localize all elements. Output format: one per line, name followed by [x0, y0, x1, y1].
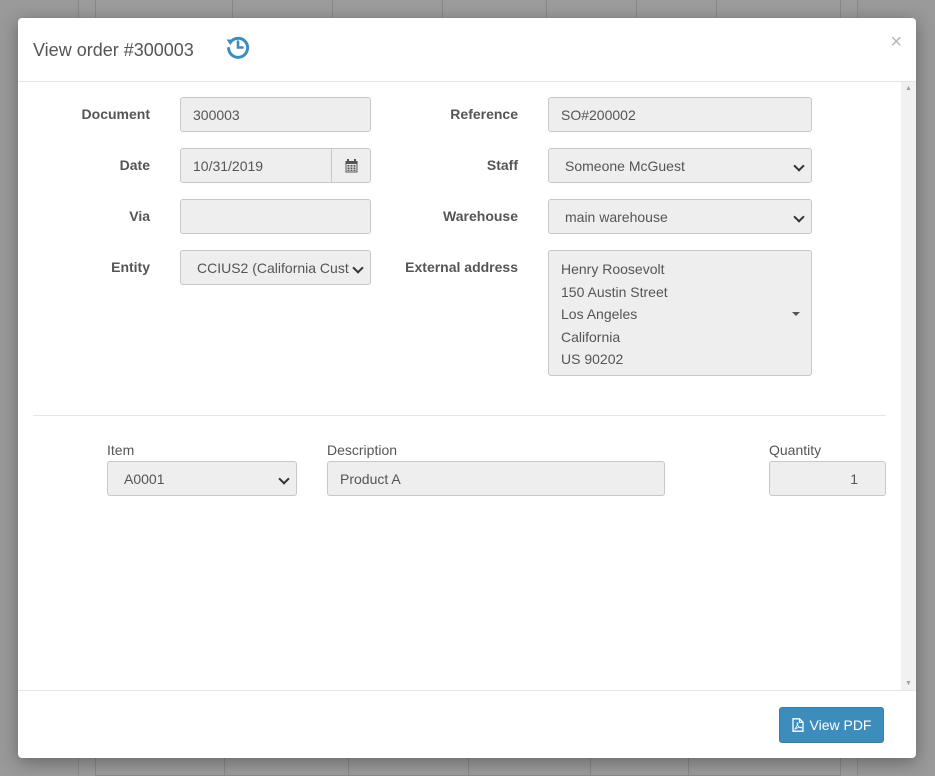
calendar-icon	[345, 158, 357, 172]
view-order-modal: View order #300003 × Document 300003 Ref…	[18, 18, 916, 758]
quantity-column-header: Quantity	[769, 442, 822, 458]
item-select[interactable]: A0001	[107, 461, 297, 496]
reference-value: SO#200002	[561, 106, 636, 123]
description-field[interactable]: Product A	[327, 461, 665, 496]
staff-value: Someone McGuest	[565, 157, 685, 174]
entity-value: CCIUS2 (California Cust	[197, 259, 349, 276]
via-field[interactable]	[180, 199, 371, 234]
date-field[interactable]: 10/31/2019	[180, 148, 332, 183]
date-label: Date	[119, 157, 150, 173]
view-pdf-label: View PDF	[809, 717, 872, 733]
address-line: 150 Austin Street	[561, 283, 668, 300]
external-address-label: External address	[405, 259, 518, 275]
address-line: US 90202	[561, 351, 624, 367]
staff-select[interactable]: Someone McGuest	[548, 148, 812, 183]
entity-label: Entity	[111, 259, 150, 275]
description-column-header: Description	[327, 442, 398, 458]
warehouse-value: main warehouse	[565, 208, 668, 225]
reference-label: Reference	[450, 106, 518, 122]
address-line: California	[561, 328, 621, 345]
staff-label: Staff	[486, 157, 518, 173]
document-label: Document	[81, 106, 150, 122]
date-value: 10/31/2019	[193, 157, 264, 174]
item-value: A0001	[124, 470, 165, 487]
warehouse-label: Warehouse	[443, 208, 518, 224]
modal-title: View order #300003	[33, 40, 194, 60]
entity-select[interactable]: CCIUS2 (California Cust	[180, 250, 371, 285]
modal-body: Document 300003 Reference SO#200002 Date…	[18, 82, 916, 691]
close-icon[interactable]: ×	[890, 32, 902, 52]
quantity-field[interactable]: 1	[769, 461, 886, 496]
modal-scrollbar[interactable]: ▲ ▼	[901, 82, 916, 691]
background-table-footer	[95, 756, 841, 776]
view-pdf-button[interactable]: View PDF	[779, 707, 884, 743]
document-value: 300003	[193, 106, 240, 123]
history-icon[interactable]	[225, 34, 251, 60]
background-table-header	[95, 0, 841, 19]
scroll-up-icon[interactable]: ▲	[901, 82, 916, 96]
section-divider	[33, 415, 886, 416]
warehouse-select[interactable]: main warehouse	[548, 199, 812, 234]
scroll-down-icon[interactable]: ▼	[901, 677, 916, 691]
address-line: Henry Roosevolt	[561, 261, 665, 277]
modal-footer: View PDF	[18, 690, 916, 758]
modal-header: View order #300003 ×	[18, 18, 916, 82]
item-column-header: Item	[107, 442, 135, 458]
quantity-value: 1	[850, 470, 858, 487]
address-line: Los Angeles	[561, 306, 638, 322]
external-address-select[interactable]: Henry Roosevolt 150 Austin Street Los An…	[548, 250, 812, 376]
file-pdf-icon	[791, 718, 804, 732]
document-field[interactable]: 300003	[180, 97, 371, 132]
description-value: Product A	[340, 470, 401, 487]
caret-down-icon	[792, 312, 800, 316]
via-label: Via	[129, 208, 150, 224]
calendar-button[interactable]	[331, 148, 371, 183]
reference-field[interactable]: SO#200002	[548, 97, 812, 132]
